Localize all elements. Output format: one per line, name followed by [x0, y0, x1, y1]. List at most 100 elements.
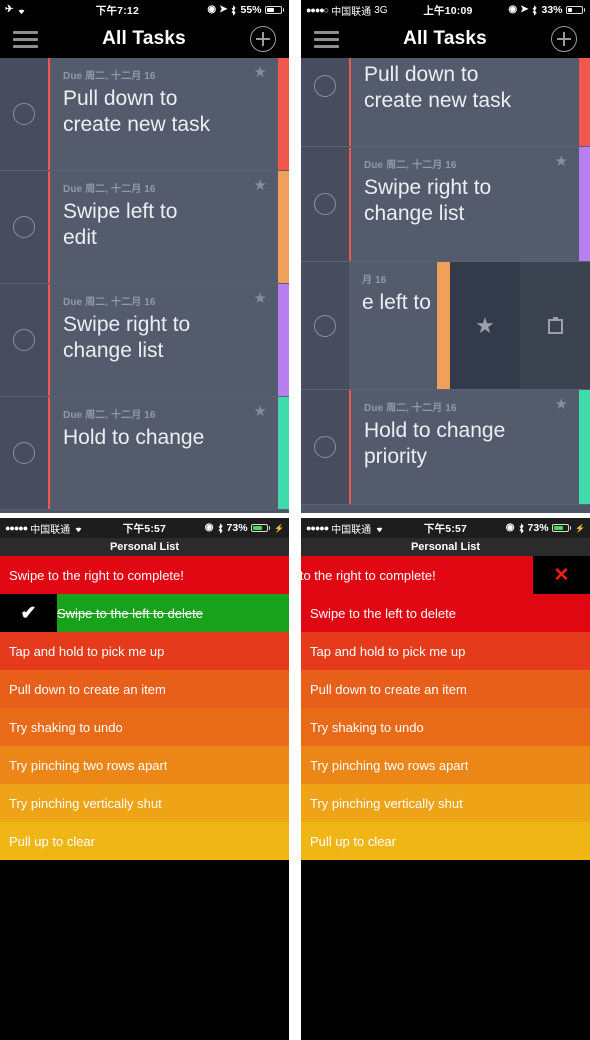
swipe-action-panel[interactable]: ★ [437, 262, 590, 389]
swipe-handle[interactable] [437, 262, 450, 389]
task-priority-stripe [579, 58, 590, 146]
status-bar: ●●●●○ 中国联通 3G 上午10:09 ◉ ➤ 33% [301, 0, 590, 20]
list-item[interactable]: Try shaking to undo [0, 708, 289, 746]
battery-percent: 73% [226, 522, 248, 534]
wifi-icon [18, 9, 25, 14]
plus-icon[interactable] [550, 26, 577, 52]
task-due-date: Due 周二, 十二月 16 [63, 184, 156, 195]
list-item[interactable]: Pull down to create an item [0, 670, 289, 708]
list-item[interactable]: Swipe to the left to delete [301, 594, 590, 632]
clear-task-list[interactable]: Swipe to the right to complete! ✔ Swipe … [0, 556, 289, 860]
clear-app-bottom-right: ●●●●● 中国联通 下午5:57 ◉ 73% ⚡ Personal List [301, 518, 590, 1040]
nav-bar: All Tasks [301, 20, 590, 58]
list-item-label: Try shaking to undo [310, 719, 424, 735]
list-item-label: Pull up to clear [9, 833, 95, 849]
list-item[interactable]: Try shaking to undo [301, 708, 590, 746]
task-content[interactable]: Due 周二, 十二月 16 Swipe left to edit ★ [50, 171, 278, 283]
list-item-swiped[interactable]: e to the right to complete! ✕ [301, 556, 590, 594]
page-title: All Tasks [102, 28, 186, 49]
list-item[interactable]: Pull up to clear [301, 822, 590, 860]
trash-icon[interactable] [520, 262, 590, 389]
list-item[interactable]: Try pinching vertically shut [0, 784, 289, 822]
clear-task-list[interactable]: e to the right to complete! ✕ Swipe to t… [301, 556, 590, 860]
status-bar: ✈ 下午7:12 ◉ ➤ 55% [0, 0, 289, 20]
table-row[interactable]: Due 周二, 十二月 16 Swipe left to edit ★ [0, 171, 289, 284]
trash-glyph [547, 317, 563, 334]
task-list[interactable]: Pull down to create new task Due 周二, 十二月… [301, 58, 590, 513]
task-title: Swipe left to edit [63, 200, 178, 249]
battery-icon [551, 524, 572, 532]
list-item[interactable]: Pull down to create an item [301, 670, 590, 708]
empty-area [0, 860, 289, 1040]
task-checkbox-gutter[interactable] [301, 147, 351, 261]
star-icon[interactable]: ★ [254, 65, 267, 80]
star-icon[interactable]: ★ [555, 397, 568, 412]
task-title: Hold to change priority [364, 419, 506, 468]
wifi-icon [376, 527, 383, 532]
star-icon[interactable]: ★ [254, 404, 267, 419]
table-row[interactable]: Due 周二, 十二月 16 Swipe right to change lis… [0, 284, 289, 397]
signal-dots: ●●●●● [5, 523, 28, 533]
hamburger-icon[interactable] [314, 30, 339, 48]
task-checkbox-gutter[interactable] [0, 284, 50, 396]
status-clock: 下午7:12 [95, 4, 139, 17]
hamburger-icon[interactable] [13, 30, 38, 48]
table-row[interactable]: Due 周二, 十二月 16 Pull down to create new t… [0, 58, 289, 171]
status-bar: ●●●●● 中国联通 下午5:57 ◉ 73% ⚡ [301, 518, 590, 538]
star-icon[interactable]: ★ [254, 291, 267, 306]
battery-icon [565, 6, 585, 14]
checkbox-circle[interactable] [13, 103, 35, 125]
task-app-top-left: ✈ 下午7:12 ◉ ➤ 55% All Tasks Due 周二, 十二月 1… [0, 0, 289, 513]
table-row[interactable]: Pull down to create new task [301, 58, 590, 147]
table-row[interactable]: Due 周二, 十二月 16 Hold to change priority ★ [301, 390, 590, 505]
task-due-date: Due 周二, 十二月 16 [364, 403, 457, 414]
task-list[interactable]: Due 周二, 十二月 16 Pull down to create new t… [0, 58, 289, 513]
checkbox-circle[interactable] [13, 329, 35, 351]
task-checkbox-gutter[interactable] [301, 58, 351, 146]
bluetooth-icon [232, 4, 237, 16]
star-icon[interactable]: ★ [450, 262, 520, 389]
battery-percent: 55% [240, 4, 262, 16]
task-content[interactable]: Due 周二, 十二月 16 Hold to change priority ★ [351, 390, 579, 504]
list-item[interactable]: Tap and hold to pick me up [301, 632, 590, 670]
status-bar: ●●●●● 中国联通 下午5:57 ◉ 73% ⚡ [0, 518, 289, 538]
plus-icon[interactable] [249, 26, 276, 52]
task-content[interactable]: Pull down to create new task [351, 58, 579, 146]
task-title: Pull down to create new task [63, 87, 211, 136]
task-checkbox-gutter[interactable] [301, 390, 351, 504]
task-checkbox-gutter[interactable] [0, 397, 50, 509]
delete-icon[interactable]: ✕ [533, 556, 590, 594]
panel-top-left: ✈ 下午7:12 ◉ ➤ 55% All Tasks Due 周二, 十二月 1… [0, 0, 289, 513]
table-row[interactable]: Due 周二, 十二月 16 Hold to change ★ [0, 397, 289, 510]
task-content[interactable]: Due 周二, 十二月 16 Swipe right to change lis… [50, 284, 278, 396]
checkbox-circle[interactable] [13, 216, 35, 238]
table-row[interactable]: Due 周二, 十二月 16 Swipe right to change lis… [301, 147, 590, 262]
task-priority-stripe [278, 284, 289, 396]
list-item[interactable]: Swipe to the right to complete! [0, 556, 289, 594]
list-item[interactable]: Try pinching two rows apart [301, 746, 590, 784]
star-icon[interactable]: ★ [555, 154, 568, 169]
checkbox-circle[interactable] [314, 436, 336, 458]
battery-icon [264, 6, 284, 14]
list-item-label: Try shaking to undo [9, 719, 123, 735]
list-item[interactable]: Try pinching two rows apart [0, 746, 289, 784]
list-title: Personal List [0, 538, 289, 556]
task-checkbox-gutter[interactable] [0, 171, 50, 283]
list-item[interactable]: Try pinching vertically shut [301, 784, 590, 822]
task-content[interactable]: Due 周二, 十二月 16 Swipe right to change lis… [351, 147, 579, 261]
checkbox-circle[interactable] [13, 442, 35, 464]
list-item[interactable]: Tap and hold to pick me up [0, 632, 289, 670]
orientation-lock-icon: ◉ [204, 522, 214, 533]
network-type: 3G [374, 4, 388, 16]
checkbox-circle[interactable] [314, 193, 336, 215]
task-priority-stripe [278, 171, 289, 283]
table-row-swiped[interactable]: 月 16 e left to ★ ★ [301, 262, 590, 390]
list-item[interactable]: Pull up to clear [0, 822, 289, 860]
task-content[interactable]: Due 周二, 十二月 16 Hold to change ★ [50, 397, 278, 509]
checkbox-circle[interactable] [314, 75, 336, 97]
checkmark-icon[interactable]: ✔ [0, 594, 57, 632]
task-checkbox-gutter[interactable] [0, 58, 50, 170]
task-content[interactable]: Due 周二, 十二月 16 Pull down to create new t… [50, 58, 278, 170]
star-icon[interactable]: ★ [254, 178, 267, 193]
list-item-completed[interactable]: ✔ Swipe to the left to delete [0, 594, 289, 632]
